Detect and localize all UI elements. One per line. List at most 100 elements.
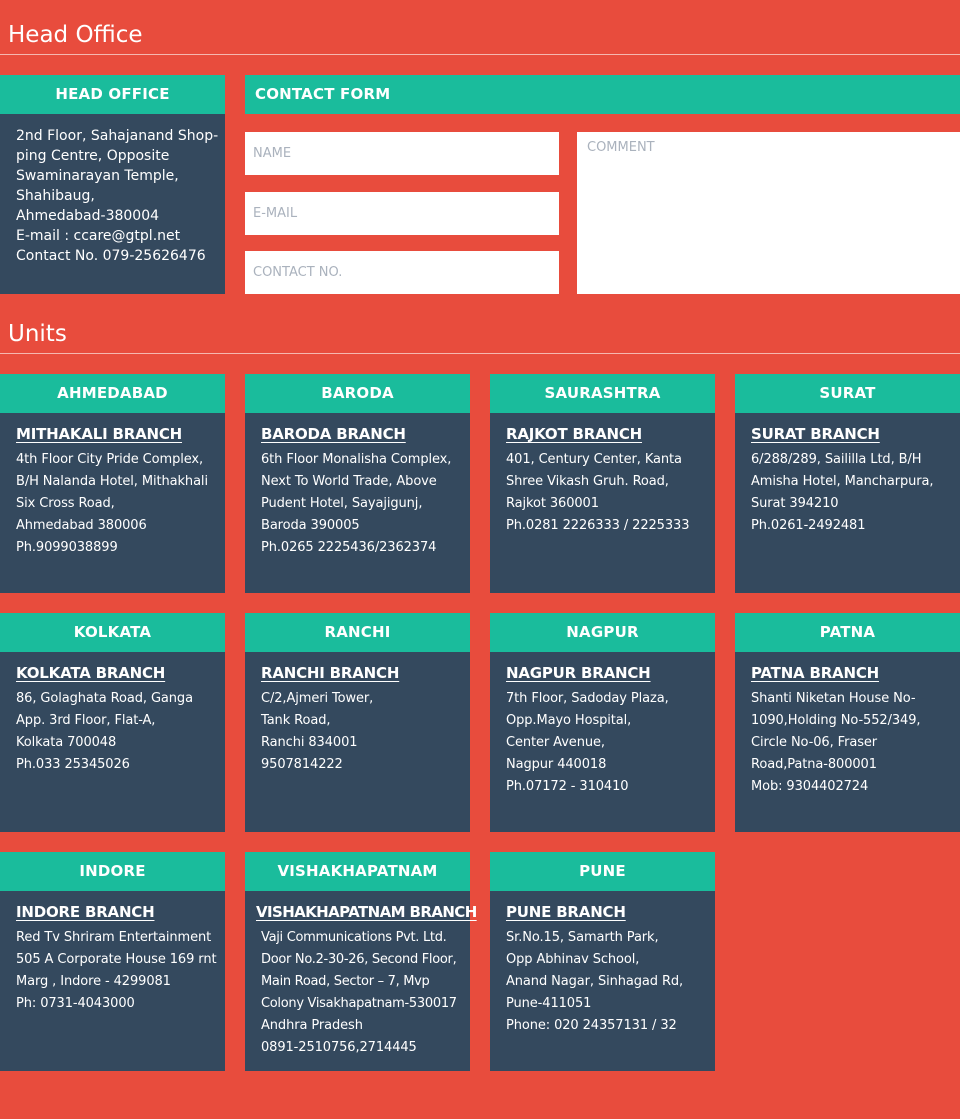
unit-card-body-kolkata: KOLKATA BRANCH 86, Golaghata Road, Ganga… xyxy=(0,652,225,832)
branch-name[interactable]: PATNA BRANCH xyxy=(751,662,879,684)
address-line: Kolkata 700048 xyxy=(16,735,117,750)
address-line: 1090,Holding No-552/349, xyxy=(751,713,921,728)
unit-card-body-ahmedabad: MITHAKALI BRANCH 4th Floor City Pride Co… xyxy=(0,413,225,593)
address-line: Andhra Pradesh xyxy=(261,1018,363,1033)
address-line: Opp Abhinav School, xyxy=(506,952,640,967)
address-line: Surat 394210 xyxy=(751,496,839,511)
address-line: 7th Floor, Sadoday Plaza, xyxy=(506,691,669,706)
address-line: Ahmedabad 380006 xyxy=(16,518,147,533)
address-line: Sr.No.15, Samarth Park, xyxy=(506,930,659,945)
phone-line: Ph.033 25345026 xyxy=(16,757,130,772)
branch-name[interactable]: SURAT BRANCH xyxy=(751,423,880,445)
address-line: Baroda 390005 xyxy=(261,518,360,533)
address-line: Opp.Mayo Hospital, xyxy=(506,713,632,728)
unit-card-body-nagpur: NAGPUR BRANCH 7th Floor, Sadoday Plaza, … xyxy=(490,652,715,832)
section-title-units: Units xyxy=(8,321,67,347)
address-line: Rajkot 360001 xyxy=(506,496,599,511)
phone-line: 9507814222 xyxy=(261,757,343,772)
phone-line: Ph.0281 2226333 / 2225333 xyxy=(506,518,690,533)
section-title-head-office: Head Office xyxy=(8,22,143,48)
branch-name[interactable]: MITHAKALI BRANCH xyxy=(16,423,182,445)
phone-line: Ph.0261-2492481 xyxy=(751,518,866,533)
contact-number-input[interactable] xyxy=(245,251,559,294)
unit-card-header-ranchi: RANCHI xyxy=(245,613,470,652)
unit-card-header-kolkata: KOLKATA xyxy=(0,613,225,652)
unit-card-body-baroda: BARODA BRANCH 6th Floor Monalisha Comple… xyxy=(245,413,470,593)
address-line: Center Avenue, xyxy=(506,735,605,750)
unit-card-body-ranchi: RANCHI BRANCH C/2,Ajmeri Tower, Tank Roa… xyxy=(245,652,470,832)
unit-card-body-saurashtra: RAJKOT BRANCH 401, Century Center, Kanta… xyxy=(490,413,715,593)
head-office-email[interactable]: E-mail : ccare@gtpl.net xyxy=(16,226,209,246)
email-input[interactable] xyxy=(245,192,559,235)
comment-textarea[interactable] xyxy=(577,132,960,294)
address-line: Next To World Trade, Above xyxy=(261,474,437,489)
address-line: 505 A Corporate House 169 rnt xyxy=(16,952,217,967)
unit-card-header-saurashtra: SAURASHTRA xyxy=(490,374,715,413)
phone-line: Ph.07172 - 310410 xyxy=(506,779,629,794)
phone-line: Ph: 0731-4043000 xyxy=(16,996,135,1011)
head-office-card-header: HEAD OFFICE xyxy=(0,75,225,114)
phone-line: Ph.0265 2225436/2362374 xyxy=(261,540,437,555)
address-line: Colony Visakhapatnam-530017 xyxy=(261,996,457,1011)
section-divider xyxy=(0,353,960,354)
address-line: 6th Floor Monalisha Complex, xyxy=(261,452,452,467)
address-line: Six Cross Road, xyxy=(16,496,115,511)
contact-form-header: CONTACT FORM xyxy=(245,75,960,114)
section-divider xyxy=(0,54,960,55)
branch-name[interactable]: RANCHI BRANCH xyxy=(261,662,399,684)
head-office-line: Swaminarayan Temple, xyxy=(16,168,179,184)
unit-card-header-indore: INDORE xyxy=(0,852,225,891)
branch-name[interactable]: PUNE BRANCH xyxy=(506,901,626,923)
unit-card-body-patna: PATNA BRANCH Shanti Niketan House No- 10… xyxy=(735,652,960,832)
address-line: Road,Patna-800001 xyxy=(751,757,877,772)
address-line: Door No.2-30-26, Second Floor, xyxy=(261,952,457,967)
phone-line: Phone: 020 24357131 / 32 xyxy=(506,1018,677,1033)
address-line: C/2,Ajmeri Tower, xyxy=(261,691,374,706)
address-line: Marg , Indore - 4299081 xyxy=(16,974,171,989)
head-office-line: 2nd Floor, Sahajanand Shop- xyxy=(16,128,219,144)
head-office-line: ping Centre, Opposite xyxy=(16,148,170,164)
address-line: Red Tv Shriram Entertainment xyxy=(16,930,212,945)
unit-card-header-vishakhapatnam: VISHAKHAPATNAM xyxy=(245,852,470,891)
phone-line: 0891-2510756,2714445 xyxy=(261,1040,417,1055)
address-line: Vaji Communications Pvt. Ltd. xyxy=(261,930,447,945)
address-line: Shree Vikash Gruh. Road, xyxy=(506,474,669,489)
unit-card-body-indore: INDORE BRANCH Red Tv Shriram Entertainme… xyxy=(0,891,225,1071)
branch-name[interactable]: INDORE BRANCH xyxy=(16,901,155,923)
address-line: Circle No-06, Fraser xyxy=(751,735,878,750)
unit-card-body-pune: PUNE BRANCH Sr.No.15, Samarth Park, Opp … xyxy=(490,891,715,1071)
unit-card-header-nagpur: NAGPUR xyxy=(490,613,715,652)
unit-card-header-pune: PUNE xyxy=(490,852,715,891)
address-line: App. 3rd Floor, Flat-A, xyxy=(16,713,156,728)
address-line: Ranchi 834001 xyxy=(261,735,358,750)
address-line: B/H Nalanda Hotel, Mithakhali xyxy=(16,474,208,489)
phone-line: Ph.9099038899 xyxy=(16,540,118,555)
unit-card-body-surat: SURAT BRANCH 6/288/289, Saililla Ltd, B/… xyxy=(735,413,960,593)
unit-card-header-patna: PATNA xyxy=(735,613,960,652)
address-line: Amisha Hotel, Mancharpura, xyxy=(751,474,934,489)
branch-name[interactable]: RAJKOT BRANCH xyxy=(506,423,642,445)
address-line: 4th Floor City Pride Complex, xyxy=(16,452,204,467)
address-line: Anand Nagar, Sinhagad Rd, xyxy=(506,974,684,989)
address-line: Pune-411051 xyxy=(506,996,592,1011)
address-line: Nagpur 440018 xyxy=(506,757,607,772)
address-line: 86, Golaghata Road, Ganga xyxy=(16,691,193,706)
name-input[interactable] xyxy=(245,132,559,175)
address-line: 401, Century Center, Kanta xyxy=(506,452,682,467)
branch-name[interactable]: NAGPUR BRANCH xyxy=(506,662,651,684)
branch-name[interactable]: KOLKATA BRANCH xyxy=(16,662,165,684)
unit-card-header-ahmedabad: AHMEDABAD xyxy=(0,374,225,413)
address-line: Pudent Hotel, Sayajigunj, xyxy=(261,496,423,511)
head-office-line: Ahmedabad-380004 xyxy=(16,208,160,224)
phone-line: Mob: 9304402724 xyxy=(751,779,869,794)
branch-name[interactable]: VISHAKHAPATNAM BRANCH xyxy=(256,901,477,923)
head-office-line: Shahibaug, xyxy=(16,188,95,204)
address-line: 6/288/289, Saililla Ltd, B/H xyxy=(751,452,922,467)
branch-name[interactable]: BARODA BRANCH xyxy=(261,423,406,445)
address-line: Main Road, Sector – 7, Mvp xyxy=(261,974,430,989)
head-office-contact-number: Contact No. 079-25626476 xyxy=(16,248,206,264)
unit-card-body-vishakhapatnam: VISHAKHAPATNAM BRANCH Vaji Communication… xyxy=(245,891,477,1071)
unit-card-header-baroda: BARODA xyxy=(245,374,470,413)
address-line: Tank Road, xyxy=(261,713,331,728)
address-line: Shanti Niketan House No- xyxy=(751,691,916,706)
